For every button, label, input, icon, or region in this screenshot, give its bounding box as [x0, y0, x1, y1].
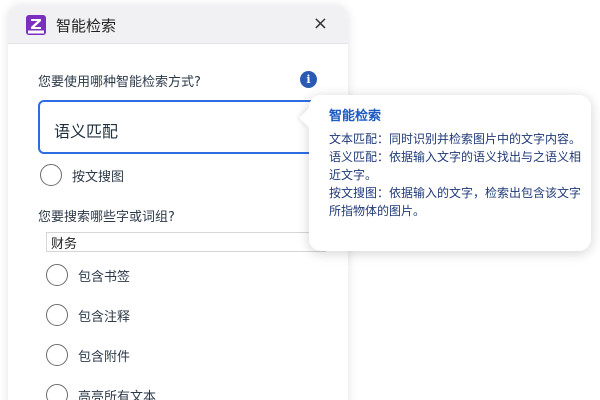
option-highlight-all[interactable]: 高亮所有文本 — [46, 384, 156, 400]
option-bookmarks[interactable]: 包含书签 — [46, 264, 130, 286]
option-attachments[interactable]: 包含附件 — [46, 344, 130, 366]
radio-button[interactable] — [46, 264, 68, 286]
method-question-label: 您要使用哪种智能检索方式? — [38, 75, 201, 90]
option-annotations[interactable]: 包含注释 — [46, 304, 130, 326]
search-field[interactable]: × — [46, 232, 326, 252]
radio-button[interactable] — [40, 164, 62, 186]
radio-button[interactable] — [46, 344, 68, 366]
radio-button[interactable] — [46, 304, 68, 326]
search-input[interactable] — [51, 233, 301, 251]
tooltip-title: 智能检索 — [329, 109, 382, 124]
radio-button[interactable] — [46, 384, 68, 400]
option-label: 包含书签 — [78, 269, 131, 285]
window-title: 智能检索 — [56, 17, 117, 35]
tooltip-line-text-match: 文本匹配：同时识别并检索图片中的文字内容。 — [329, 132, 582, 146]
tooltip-body: 文本匹配：同时识别并检索图片中的文字内容。 语义匹配：依据输入文字的语义找出与之… — [329, 130, 581, 220]
option-label: 包含附件 — [78, 349, 131, 365]
title-bar: 智能检索 × — [8, 6, 348, 44]
option-image-search[interactable]: 按文搜图 — [40, 164, 124, 186]
app-logo-icon — [28, 19, 44, 34]
app-logo — [26, 15, 46, 35]
tooltip-line-semantic-match: 语义匹配：依据输入文字的语义找出与之语义相近文字。 — [329, 150, 582, 182]
words-question-label: 您要搜索哪些字或词组? — [38, 210, 175, 225]
info-icon[interactable]: i — [300, 71, 317, 88]
info-tooltip: 智能检索 文本匹配：同时识别并检索图片中的文字内容。 语义匹配：依据输入文字的语… — [299, 95, 591, 251]
search-method-select[interactable]: 语义匹配 ⌄ — [38, 100, 330, 154]
close-button[interactable]: × — [313, 13, 328, 34]
search-method-value: 语义匹配 — [54, 122, 119, 141]
option-label: 包含注释 — [78, 309, 131, 325]
option-label: 高亮所有文本 — [78, 389, 157, 400]
tooltip-line-image-search: 按文搜图：依据输入的文字，检索出包含该文字所指物体的图片。 — [329, 186, 582, 218]
smart-search-panel: 智能检索 × 您要使用哪种智能检索方式? i 语义匹配 ⌄ 按文搜图 您要搜索哪… — [8, 6, 348, 400]
option-image-search-label: 按文搜图 — [72, 169, 125, 185]
